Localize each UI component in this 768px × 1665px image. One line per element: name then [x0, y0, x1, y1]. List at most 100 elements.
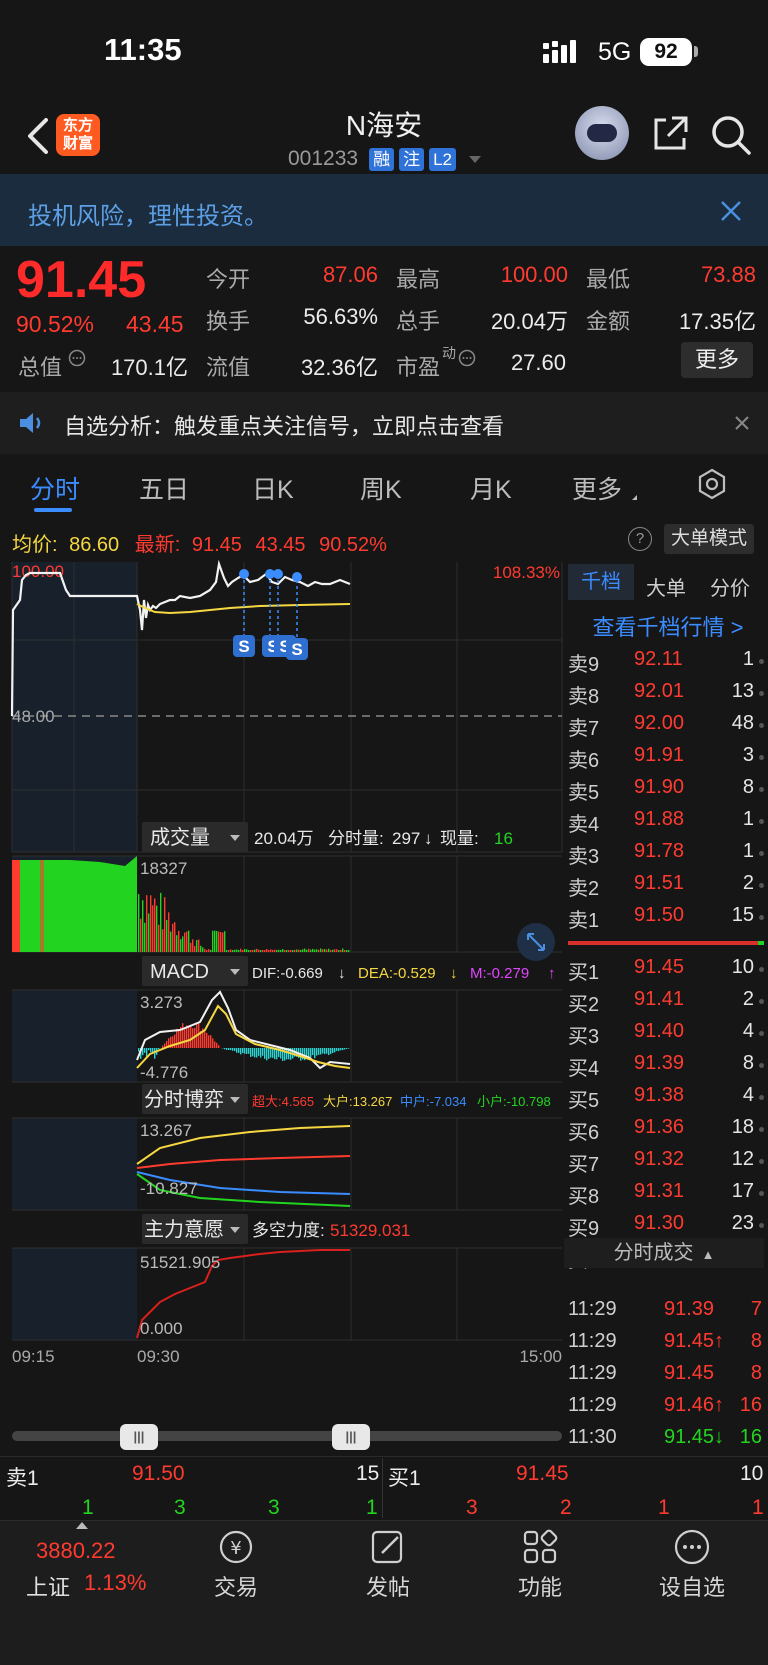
ask-level-row[interactable]: 卖4 91.88 1 [568, 808, 764, 840]
level-volume: 1 [742, 808, 754, 830]
ask-level-row[interactable]: 卖6 91.91 3 [568, 744, 764, 776]
slider-left-handle[interactable]: ||| [120, 1424, 158, 1450]
intraday-chart[interactable]: 100.00 48.00 108.33% S S S S 成交量 20.04万 … [0, 560, 568, 1420]
macd-bar [334, 1048, 336, 1053]
slider-right-handle[interactable]: ||| [332, 1424, 370, 1450]
macd-bar [250, 1048, 252, 1057]
bid-level-row[interactable]: 买2 91.41 2 [568, 988, 764, 1020]
tick-price: 91.45 [664, 1362, 715, 1384]
macd-bar [204, 1031, 206, 1048]
macd-bar [242, 1048, 244, 1054]
level-volume: 10 [731, 956, 754, 978]
index-name[interactable]: 上证 [26, 1570, 70, 1602]
orderbook-tab-price-split[interactable]: 分价 [710, 572, 750, 601]
float-mv-value: 32.36亿 [300, 355, 378, 380]
volume-bar [304, 948, 306, 952]
will-label: 多空力度: [252, 1221, 325, 1240]
tab-weekly-k[interactable]: 周K [360, 470, 402, 506]
bid-level-row[interactable]: 买6 91.36 18 [568, 1116, 764, 1148]
pe-info-icon[interactable] [458, 349, 476, 367]
will-low-label: 0.000 [140, 1319, 183, 1338]
view-levels-link[interactable]: 查看千档行情 > [568, 610, 768, 642]
more-quote-button[interactable]: 更多 [681, 342, 753, 378]
stock-code-row[interactable]: 001233 融 注 L2 [288, 145, 481, 173]
volume-bar [330, 950, 332, 952]
macd-bar [184, 1028, 186, 1048]
volume-bar [226, 950, 228, 952]
close-icon[interactable] [718, 198, 744, 224]
help-icon[interactable]: ? [628, 527, 652, 551]
volume-bar [230, 949, 232, 952]
volume-bar [178, 930, 180, 952]
volume-bar [220, 932, 222, 952]
big-order-mode-button[interactable]: 大单模式 [664, 524, 754, 554]
level-dot [759, 819, 764, 824]
functions-icon[interactable] [520, 1527, 560, 1567]
bid-level-row[interactable]: 买7 91.32 12 [568, 1148, 764, 1180]
ask-level-row[interactable]: 卖3 91.78 1 [568, 840, 764, 872]
nav-trade-label[interactable]: 交易 [186, 1570, 286, 1602]
nav-add-watchlist-label[interactable]: 设自选 [642, 1570, 742, 1602]
bid-level-row[interactable]: 买1 91.45 10 [568, 956, 764, 988]
share-icon[interactable] [650, 114, 690, 154]
chevron-down-icon[interactable] [469, 155, 481, 163]
ask-level-row[interactable]: 卖1 91.50 15 [568, 904, 764, 936]
bid-level-row[interactable]: 买8 91.31 17 [568, 1180, 764, 1212]
level-label: 卖5 [568, 782, 600, 804]
ask-level-row[interactable]: 卖5 91.90 8 [568, 776, 764, 808]
total-mv-value: 170.1亿 [110, 355, 188, 380]
search-icon[interactable] [710, 114, 752, 156]
expand-icon[interactable] [516, 922, 556, 962]
tick-row: 11:29 91.45↑ 8 [568, 1330, 764, 1362]
info-circle-icon[interactable] [68, 349, 86, 367]
tab-more[interactable]: 更多 [572, 470, 622, 506]
nav-post-label[interactable]: 发帖 [338, 1570, 438, 1602]
ask-level-row[interactable]: 卖8 92.01 13 [568, 680, 764, 712]
post-icon[interactable] [368, 1527, 408, 1567]
volume-bar [346, 950, 348, 952]
tab-five-day[interactable]: 五日 [139, 470, 189, 506]
index-value[interactable]: 3880.22 [36, 1538, 116, 1564]
tab-monthly-k[interactable]: 月K [470, 470, 512, 506]
volume-bar [342, 948, 344, 952]
ask-level-row[interactable]: 卖2 91.51 2 [568, 872, 764, 904]
bid-level-row[interactable]: 买4 91.39 8 [568, 1052, 764, 1084]
gear-icon[interactable] [696, 468, 728, 500]
active-tab-indicator [34, 508, 72, 512]
volume-bar [278, 949, 280, 952]
close-icon[interactable] [734, 415, 750, 431]
volume-bar [194, 945, 196, 952]
bid-level-row[interactable]: 买5 91.38 4 [568, 1084, 764, 1116]
trade-icon[interactable]: ¥ [216, 1527, 256, 1567]
ask-level-row[interactable]: 卖9 92.11 1 [568, 648, 764, 680]
orderbook-tab-big-orders[interactable]: 大单 [646, 572, 686, 601]
time-range-slider[interactable] [12, 1431, 562, 1441]
volume-bar [142, 900, 144, 952]
bid-level-row[interactable]: 买3 91.40 4 [568, 1020, 764, 1052]
level-dot [759, 851, 764, 856]
macd-bar [224, 1048, 226, 1050]
add-watchlist-icon[interactable] [672, 1527, 712, 1567]
macd-bar [312, 1048, 314, 1056]
ask-level-row[interactable]: 卖7 92.00 48 [568, 712, 764, 744]
volume-bar [154, 898, 156, 952]
tick-price: 91.46↑ [664, 1394, 725, 1416]
cellular-signal-icon [543, 40, 576, 63]
macd-bar [324, 1048, 326, 1055]
volume-bar [164, 897, 166, 952]
index-percent[interactable]: 1.13% [84, 1570, 146, 1596]
svg-text:↓: ↓ [450, 965, 458, 982]
tab-daily-k[interactable]: 日K [252, 470, 294, 506]
macd-bar [260, 1048, 262, 1058]
orderbook-tab-levels[interactable]: 千档 [568, 564, 634, 600]
level-volume: 15 [731, 904, 754, 926]
bottom-sell-label: 卖1 [6, 1467, 39, 1490]
level-volume: 8 [742, 1052, 754, 1074]
tab-intraday[interactable]: 分时 [30, 470, 80, 506]
nav-functions-label[interactable]: 功能 [490, 1570, 590, 1602]
volume-bar [316, 949, 318, 952]
margin-tag: 融 [369, 147, 395, 171]
analysis-text[interactable]: 自选分析：触发重点关注信号，立即点击查看 [64, 409, 504, 441]
level-dot [759, 999, 764, 1004]
ticks-header[interactable]: 分时成交 ▲ [564, 1238, 764, 1268]
